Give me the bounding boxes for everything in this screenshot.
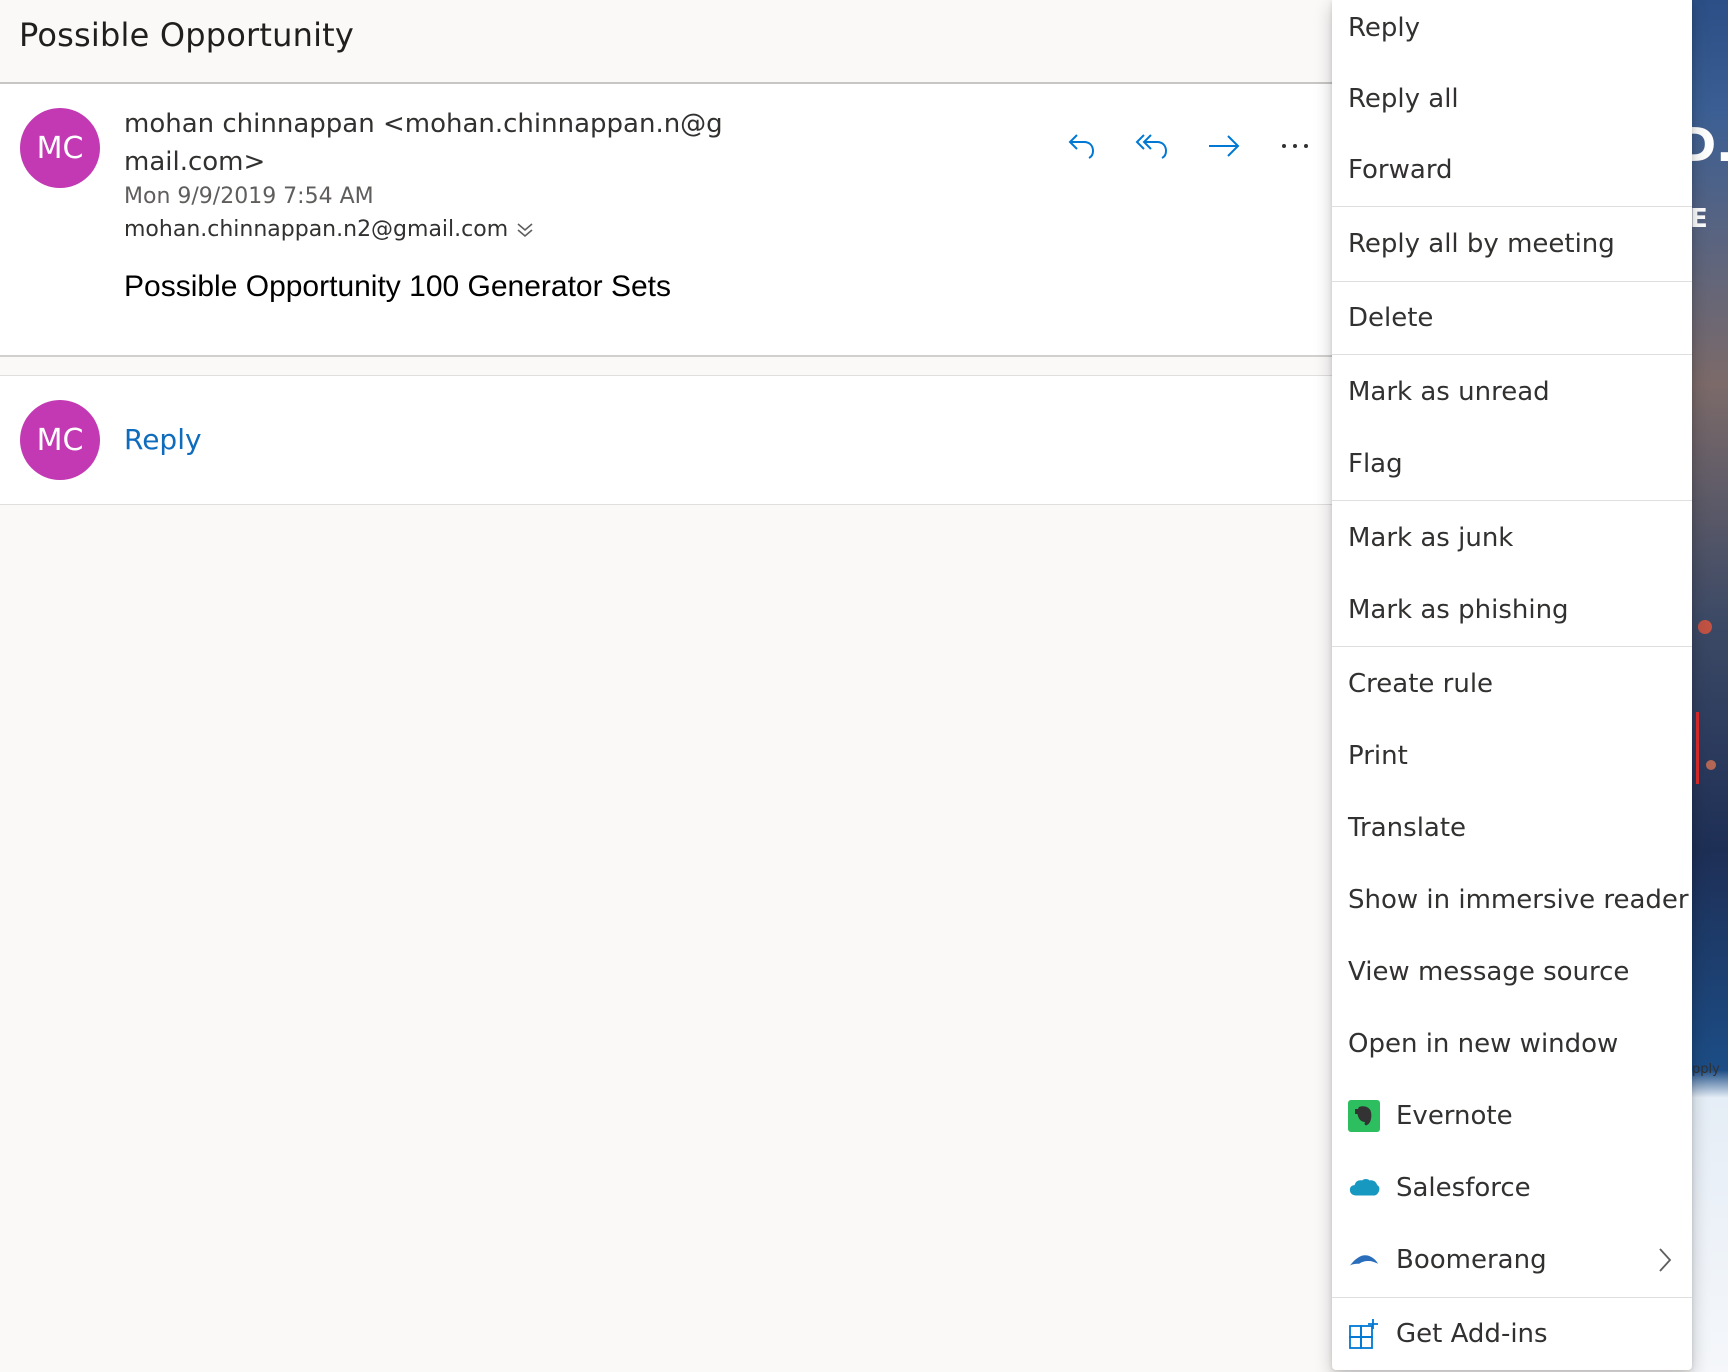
menu-item-translate[interactable]: Translate bbox=[1332, 792, 1692, 864]
menu-item-open-in-new-window[interactable]: Open in new window bbox=[1332, 1008, 1692, 1080]
message-actions bbox=[1060, 124, 1317, 168]
bg-text-fragment: pply bbox=[1692, 1062, 1720, 1077]
recipient-line: mohan.chinnappan.n2@gmail.com bbox=[124, 217, 536, 242]
menu-item-reply-all[interactable]: Reply all bbox=[1332, 63, 1692, 135]
reply-arrow-icon[interactable] bbox=[1060, 124, 1104, 168]
menu-item-label: Mark as junk bbox=[1348, 523, 1514, 553]
add-ins-grid-icon bbox=[1348, 1318, 1380, 1350]
menu-item-label: Translate bbox=[1348, 813, 1467, 843]
menu-divider bbox=[1332, 206, 1692, 207]
menu-item-label: Salesforce bbox=[1396, 1173, 1531, 1203]
background-image-strip: D. E pply bbox=[1692, 0, 1728, 1372]
menu-item-get-add-ins[interactable]: Get Add-ins bbox=[1332, 1298, 1692, 1370]
menu-item-label: Forward bbox=[1348, 155, 1453, 185]
boomerang-icon bbox=[1348, 1244, 1380, 1276]
menu-item-label: View message source bbox=[1348, 957, 1630, 987]
menu-item-reply[interactable]: Reply bbox=[1332, 0, 1692, 64]
menu-divider bbox=[1332, 500, 1692, 501]
evernote-icon bbox=[1348, 1100, 1380, 1132]
bg-letter-d: D. bbox=[1692, 118, 1728, 172]
outlook-reading-pane: Possible Opportunity MC mohan chinnappan… bbox=[0, 0, 1728, 1372]
menu-item-reply-all-by-meeting[interactable]: Reply all by meeting bbox=[1332, 208, 1692, 280]
user-avatar[interactable]: MC bbox=[20, 400, 100, 480]
bg-light-dot bbox=[1706, 760, 1716, 770]
bg-light-dot bbox=[1698, 620, 1712, 634]
menu-item-boomerang[interactable]: Boomerang bbox=[1332, 1224, 1692, 1296]
menu-item-label: Delete bbox=[1348, 303, 1434, 333]
recipient-address[interactable]: mohan.chinnappan.n2@gmail.com bbox=[124, 217, 508, 242]
menu-item-label: Mark as phishing bbox=[1348, 595, 1569, 625]
conversation-header: Possible Opportunity bbox=[0, 0, 1332, 84]
bg-red-edge bbox=[1696, 712, 1699, 784]
menu-item-label: Reply bbox=[1348, 13, 1421, 43]
menu-item-label: Open in new window bbox=[1348, 1029, 1619, 1059]
sender-name[interactable]: mohan chinnappan <mohan.chinnappan.n@gma… bbox=[124, 105, 744, 181]
menu-item-label: Flag bbox=[1348, 449, 1403, 479]
conversation-subject: Possible Opportunity bbox=[19, 16, 355, 54]
expand-recipients-chevron-icon[interactable] bbox=[514, 219, 536, 241]
message-body: Possible Opportunity 100 Generator Sets bbox=[124, 270, 671, 303]
menu-item-mark-as-junk[interactable]: Mark as junk bbox=[1332, 502, 1692, 574]
salesforce-icon bbox=[1348, 1172, 1380, 1204]
menu-item-label: Evernote bbox=[1396, 1101, 1513, 1131]
menu-item-delete[interactable]: Delete bbox=[1332, 282, 1692, 354]
menu-divider bbox=[1332, 354, 1692, 355]
menu-item-label: Reply all bbox=[1348, 84, 1459, 114]
menu-item-mark-as-phishing[interactable]: Mark as phishing bbox=[1332, 574, 1692, 646]
sender-avatar[interactable]: MC bbox=[20, 108, 100, 188]
menu-item-label: Boomerang bbox=[1396, 1245, 1547, 1275]
menu-item-evernote[interactable]: Evernote bbox=[1332, 1080, 1692, 1152]
menu-item-print[interactable]: Print bbox=[1332, 720, 1692, 792]
menu-item-forward[interactable]: Forward bbox=[1332, 134, 1692, 206]
message-card[interactable]: MC mohan chinnappan <mohan.chinnappan.n@… bbox=[0, 84, 1332, 357]
reply-all-arrow-icon[interactable] bbox=[1131, 124, 1175, 168]
menu-divider bbox=[1332, 646, 1692, 647]
more-actions-menu: Reply Reply all Forward Reply all by mee… bbox=[1332, 0, 1692, 1370]
menu-item-label: Create rule bbox=[1348, 669, 1494, 699]
quick-reply-bar: MC Reply bbox=[0, 375, 1332, 505]
menu-item-flag[interactable]: Flag bbox=[1332, 428, 1692, 500]
reply-link[interactable]: Reply bbox=[124, 423, 202, 456]
forward-arrow-icon[interactable] bbox=[1202, 124, 1246, 168]
sent-date: Mon 9/9/2019 7:54 AM bbox=[124, 184, 374, 209]
menu-item-label: Reply all by meeting bbox=[1348, 229, 1615, 259]
menu-item-label: Print bbox=[1348, 741, 1408, 771]
menu-item-salesforce[interactable]: Salesforce bbox=[1332, 1152, 1692, 1224]
ellipsis-icon[interactable] bbox=[1273, 124, 1317, 168]
menu-item-immersive-reader[interactable]: Show in immersive reader bbox=[1332, 864, 1692, 936]
menu-item-label: Mark as unread bbox=[1348, 377, 1550, 407]
bg-letter-e: E bbox=[1692, 204, 1708, 234]
menu-item-create-rule[interactable]: Create rule bbox=[1332, 648, 1692, 720]
menu-item-view-message-source[interactable]: View message source bbox=[1332, 936, 1692, 1008]
menu-item-label: Get Add-ins bbox=[1396, 1319, 1548, 1349]
menu-item-mark-as-unread[interactable]: Mark as unread bbox=[1332, 356, 1692, 428]
submenu-chevron-icon[interactable] bbox=[1656, 1246, 1674, 1274]
menu-item-label: Show in immersive reader bbox=[1348, 885, 1689, 915]
